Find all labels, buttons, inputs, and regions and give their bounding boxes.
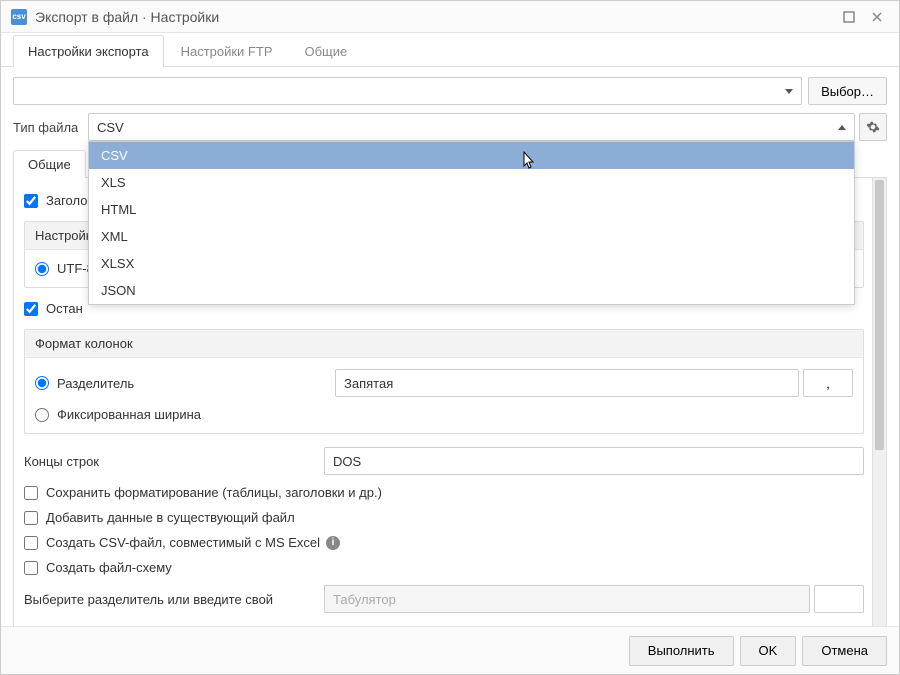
delimiter-row: Разделитель Запятая bbox=[35, 364, 853, 402]
file-type-select-wrap: CSV CSV XLS HTML XML XLSX JSON bbox=[88, 113, 855, 141]
file-type-value: CSV bbox=[97, 120, 124, 135]
file-type-option-csv[interactable]: CSV bbox=[89, 142, 854, 169]
custom-delimiter-input[interactable] bbox=[814, 585, 864, 613]
append-data-row: Добавить данные в существующий файл bbox=[24, 505, 864, 530]
append-data-checkbox[interactable] bbox=[24, 511, 38, 525]
fixed-width-radio[interactable] bbox=[35, 408, 49, 422]
utf8-radio[interactable] bbox=[35, 262, 49, 276]
file-type-dropdown: CSV XLS HTML XML XLSX JSON bbox=[88, 141, 855, 305]
save-formatting-row: Сохранить форматирование (таблицы, загол… bbox=[24, 480, 864, 505]
file-type-option-html[interactable]: HTML bbox=[89, 196, 854, 223]
fixed-width-row: Фиксированная ширина bbox=[35, 402, 853, 427]
line-endings-label: Концы строк bbox=[24, 454, 99, 469]
column-format-group: Формат колонок Разделитель Запятая bbox=[24, 329, 864, 434]
custom-delimiter-select[interactable]: Табулятор bbox=[324, 585, 810, 613]
schema-file-row: Создать файл-схему bbox=[24, 555, 864, 580]
file-type-row: Тип файла CSV CSV XLS HTML XML XLSX JSON bbox=[13, 113, 887, 141]
excel-csv-checkbox[interactable] bbox=[24, 536, 38, 550]
csv-file-icon: csv bbox=[11, 9, 27, 25]
custom-delimiter-row: Выберите разделитель или введите свой Та… bbox=[24, 580, 864, 618]
main-tabs: Настройки экспорта Настройки FTP Общие bbox=[1, 33, 899, 67]
maximize-button[interactable] bbox=[837, 5, 861, 29]
dialog-footer: Выполнить OK Отмена bbox=[1, 626, 899, 674]
append-data-label: Добавить данные в существующий файл bbox=[46, 510, 295, 525]
close-button[interactable] bbox=[865, 5, 889, 29]
file-type-option-xml[interactable]: XML bbox=[89, 223, 854, 250]
tab-ftp-settings[interactable]: Настройки FTP bbox=[166, 35, 288, 67]
file-type-option-xls[interactable]: XLS bbox=[89, 169, 854, 196]
fixed-width-radio-label: Фиксированная ширина bbox=[57, 407, 201, 422]
delimiter-select[interactable]: Запятая bbox=[335, 369, 799, 397]
browse-button[interactable]: Выбор… bbox=[808, 77, 887, 105]
stop-checkbox[interactable] bbox=[24, 302, 38, 316]
cancel-button[interactable]: Отмена bbox=[802, 636, 887, 666]
file-path-row: Выбор… bbox=[13, 77, 887, 105]
stop-checkbox-label: Остан bbox=[46, 301, 83, 316]
file-type-settings-button[interactable] bbox=[859, 113, 887, 141]
info-icon[interactable]: i bbox=[326, 536, 340, 550]
header-checkbox-label: Заголо bbox=[46, 193, 87, 208]
file-path-combo[interactable] bbox=[13, 77, 802, 105]
gear-icon bbox=[866, 120, 880, 134]
excel-csv-label: Создать CSV-файл, совместимый с MS Excel bbox=[46, 535, 320, 550]
chevron-down-icon bbox=[785, 89, 793, 94]
execute-button[interactable]: Выполнить bbox=[629, 636, 734, 666]
schema-file-label: Создать файл-схему bbox=[46, 560, 172, 575]
ok-button[interactable]: OK bbox=[740, 636, 797, 666]
schema-file-checkbox[interactable] bbox=[24, 561, 38, 575]
delimiter-char-input[interactable] bbox=[803, 369, 853, 397]
save-formatting-checkbox[interactable] bbox=[24, 486, 38, 500]
line-endings-row: Концы строк DOS bbox=[24, 442, 864, 480]
file-type-option-json[interactable]: JSON bbox=[89, 277, 854, 304]
window-title: Экспорт в файл · Настройки bbox=[35, 9, 833, 25]
tab-export-settings[interactable]: Настройки экспорта bbox=[13, 35, 164, 67]
dialog-body: Выбор… Тип файла CSV CSV XLS HTML XML XL… bbox=[1, 67, 899, 626]
chevron-up-icon bbox=[838, 125, 846, 130]
file-path-combo-wrap bbox=[13, 77, 802, 105]
line-endings-select[interactable]: DOS bbox=[324, 447, 864, 475]
export-settings-window: csv Экспорт в файл · Настройки Настройки… bbox=[0, 0, 900, 675]
panel-scrollbar[interactable] bbox=[872, 178, 886, 626]
line-endings-value: DOS bbox=[333, 454, 361, 469]
save-formatting-label: Сохранить форматирование (таблицы, загол… bbox=[46, 485, 382, 500]
header-checkbox[interactable] bbox=[24, 194, 38, 208]
delimiter-select-value: Запятая bbox=[344, 376, 393, 391]
file-type-option-xlsx[interactable]: XLSX bbox=[89, 250, 854, 277]
scrollbar-thumb[interactable] bbox=[875, 180, 884, 450]
custom-delimiter-label: Выберите разделитель или введите свой bbox=[24, 592, 273, 607]
delimiter-radio[interactable] bbox=[35, 376, 49, 390]
delimiter-radio-label: Разделитель bbox=[57, 376, 134, 391]
custom-delimiter-placeholder: Табулятор bbox=[333, 592, 396, 607]
excel-csv-row: Создать CSV-файл, совместимый с MS Excel… bbox=[24, 530, 864, 555]
subtab-general[interactable]: Общие bbox=[13, 150, 86, 178]
titlebar: csv Экспорт в файл · Настройки bbox=[1, 1, 899, 33]
tab-general[interactable]: Общие bbox=[290, 35, 363, 67]
file-type-select[interactable]: CSV bbox=[88, 113, 855, 141]
column-format-title: Формат колонок bbox=[25, 330, 863, 358]
file-type-label: Тип файла bbox=[13, 120, 88, 135]
